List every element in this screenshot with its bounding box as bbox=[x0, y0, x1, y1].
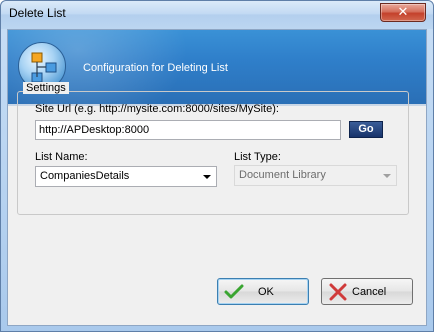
chevron-down-icon[interactable] bbox=[383, 174, 391, 178]
cancel-button[interactable]: Cancel bbox=[321, 278, 413, 305]
ok-button[interactable]: OK bbox=[217, 278, 309, 305]
list-name-select[interactable]: CompaniesDetails bbox=[35, 166, 217, 187]
list-type-select[interactable]: Document Library bbox=[234, 165, 397, 186]
window-title: Delete List bbox=[9, 6, 66, 20]
cancel-label: Cancel bbox=[352, 286, 387, 298]
close-button[interactable]: ✕ bbox=[380, 3, 426, 22]
header-title: Configuration for Deleting List bbox=[83, 62, 228, 74]
settings-legend: Settings bbox=[23, 82, 69, 94]
checkmark-icon bbox=[224, 283, 244, 301]
chevron-down-icon[interactable] bbox=[203, 175, 211, 179]
cancel-x-icon bbox=[328, 283, 348, 301]
ok-label: OK bbox=[258, 286, 274, 298]
list-name-label: List Name: bbox=[35, 151, 88, 163]
close-icon: ✕ bbox=[397, 4, 409, 19]
dialog-window: Delete List ✕ Configuration for Deleting… bbox=[0, 0, 434, 332]
site-url-input[interactable]: http://APDesktop:8000 bbox=[35, 120, 341, 140]
go-button[interactable]: Go bbox=[349, 121, 383, 138]
site-url-value: http://APDesktop:8000 bbox=[39, 124, 150, 136]
list-type-value: Document Library bbox=[239, 169, 326, 181]
site-url-label: Site Url (e.g. http://mysite.com:8000/si… bbox=[35, 103, 279, 115]
title-bar[interactable]: Delete List ✕ bbox=[1, 1, 433, 29]
list-name-value: CompaniesDetails bbox=[40, 170, 130, 182]
list-type-label: List Type: bbox=[234, 151, 281, 163]
